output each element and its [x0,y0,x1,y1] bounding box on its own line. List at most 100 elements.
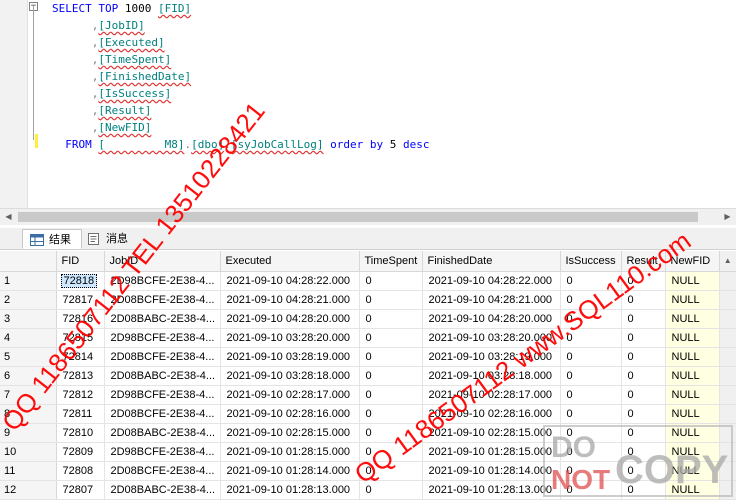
row-number[interactable]: 4 [0,328,57,348]
grid-cell[interactable]: 2021-09-10 01:28:15.000 [422,442,561,462]
grid-cell[interactable]: 0 [359,271,423,291]
grid-cell[interactable]: 2D08BABC-2E38-4... [104,309,221,329]
row-number[interactable]: 1 [0,271,57,291]
row-header-corner[interactable] [0,251,57,272]
grid-cell[interactable]: 72811 [56,404,105,424]
row-number[interactable]: 12 [0,480,57,500]
editor-horizontal-scrollbar[interactable]: ◀ ▶ [0,208,736,225]
grid-cell[interactable]: 2021-09-10 02:28:15.000 [220,423,360,443]
grid-cell[interactable]: 2D08BABC-2E38-4... [104,366,221,386]
grid-cell[interactable]: 2021-09-10 04:28:21.000 [422,290,561,310]
table-row[interactable]: 7 72812 2D98BCFE-2E38-4... 2021-09-10 02:28… [0,385,736,405]
grid-cell[interactable]: 0 [359,366,423,386]
grid-cell[interactable]: 0 [560,404,622,424]
grid-cell[interactable]: 0 [359,385,423,405]
column-header[interactable]: FinishedDate [422,251,561,272]
grid-vertical-scrollbar[interactable] [719,271,736,291]
column-header[interactable]: TimeSpent [359,251,423,272]
grid-cell[interactable]: NULL [665,309,720,329]
sql-token: , [52,87,99,100]
grid-cell[interactable]: 2D08BCFE-2E38-4... [104,404,221,424]
grid-cell[interactable]: 2021-09-10 04:28:21.000 [220,290,360,310]
grid-cell[interactable]: 72807 [56,480,105,500]
grid-cell[interactable]: NULL [665,290,720,310]
grid-vertical-scrollbar[interactable] [719,309,736,329]
grid-cell[interactable]: 2D98BCFE-2E38-4... [104,442,221,462]
grid-cell[interactable]: 0 [359,347,423,367]
grid-cell[interactable]: 2021-09-10 03:28:18.000 [220,366,360,386]
grid-cell[interactable]: 0 [560,385,622,405]
grid-cell[interactable]: 0 [621,366,666,386]
grid-vertical-scrollbar[interactable] [719,404,736,424]
sql-line[interactable]: ,[JobID] [52,17,145,34]
grid-cell[interactable]: 2021-09-10 04:28:22.000 [422,271,561,291]
column-header[interactable]: FID [56,251,105,272]
table-row[interactable]: 4 72815 2D98BCFE-2E38-4... 2021-09-10 03:28… [0,328,736,348]
grid-cell[interactable]: 72810 [56,423,105,443]
grid-cell[interactable]: 0 [359,309,423,329]
grid-cell[interactable]: 2021-09-10 02:28:16.000 [220,404,360,424]
sql-line[interactable]: ,[TimeSpent] [52,51,171,68]
grid-cell[interactable]: 2021-09-10 01:28:13.000 [220,480,360,500]
grid-cell[interactable]: NULL [665,404,720,424]
grid-cell[interactable]: 0 [560,347,622,367]
grid-cell[interactable]: 0 [621,404,666,424]
grid-cell[interactable]: 2021-09-10 03:28:19.000 [220,347,360,367]
column-header[interactable]: IsSuccess [560,251,622,272]
grid-cell[interactable]: 0 [359,290,423,310]
grid-cell[interactable]: 0 [621,309,666,329]
sql-line[interactable]: ,[Result] [52,102,152,119]
table-row[interactable]: 8 72811 2D08BCFE-2E38-4... 2021-09-10 02:28… [0,404,736,424]
grid-vertical-scrollbar[interactable] [719,347,736,367]
grid-cell[interactable]: NULL [665,366,720,386]
grid-cell[interactable]: 2021-09-10 04:28:22.000 [220,271,360,291]
grid-cell[interactable]: 2021-09-10 01:28:14.000 [220,461,360,481]
row-number[interactable]: 11 [0,461,57,481]
sql-line[interactable]: ,[FinishedDate] [52,68,191,85]
grid-vertical-scrollbar[interactable] [719,385,736,405]
grid-cell[interactable]: 0 [621,347,666,367]
grid-cell[interactable]: NULL [665,385,720,405]
grid-cell[interactable]: 2021-09-10 01:28:14.000 [422,461,561,481]
sql-editor[interactable]: − SELECT TOP 1000 [FID] ,[JobID] ,[Execu… [0,0,736,226]
grid-cell[interactable]: 0 [359,328,423,348]
grid-cell[interactable]: NULL [665,328,720,348]
row-number[interactable]: 3 [0,309,57,329]
table-row[interactable]: 5 72814 2D08BCFE-2E38-4... 2021-09-10 03:28… [0,347,736,367]
grid-cell[interactable]: NULL [665,271,720,291]
grid-vertical-scrollbar[interactable] [719,328,736,348]
grid-cell[interactable]: 2D08BCFE-2E38-4... [104,347,221,367]
grid-cell[interactable]: 0 [560,366,622,386]
scrollbar-thumb[interactable] [18,212,698,222]
grid-cell[interactable]: 2021-09-10 02:28:17.000 [220,385,360,405]
grid-vertical-scrollbar[interactable] [719,290,736,310]
sql-line[interactable]: SELECT TOP 1000 [FID] [52,0,191,17]
tab-results[interactable]: 结果 [22,229,82,249]
grid-cell[interactable]: 72808 [56,461,105,481]
grid-cell[interactable]: 72812 [56,385,105,405]
table-row[interactable]: 6 72813 2D08BABC-2E38-4... 2021-09-10 03:28… [0,366,736,386]
grid-cell[interactable]: 2D98BCFE-2E38-4... [104,385,221,405]
sql-line[interactable]: ,[IsSuccess] [52,85,171,102]
grid-cell[interactable]: 2021-09-10 01:28:15.000 [220,442,360,462]
scroll-left-icon[interactable]: ◀ [0,209,17,225]
scroll-up-icon[interactable]: ▲ [719,251,736,272]
grid-vertical-scrollbar[interactable] [719,366,736,386]
sql-line[interactable]: ,[Executed] [52,34,165,51]
grid-cell[interactable]: NULL [665,347,720,367]
scroll-right-icon[interactable]: ▶ [719,209,736,225]
row-number[interactable]: 10 [0,442,57,462]
grid-cell[interactable]: 2D08BABC-2E38-4... [104,423,221,443]
grid-cell[interactable]: 2D08BABC-2E38-4... [104,480,221,500]
grid-cell[interactable]: 0 [621,328,666,348]
grid-cell[interactable]: 2D08BCFE-2E38-4... [104,461,221,481]
grid-cell[interactable]: 72809 [56,442,105,462]
column-header[interactable]: Executed [220,251,360,272]
grid-cell[interactable]: 2D98BCFE-2E38-4... [104,328,221,348]
grid-cell[interactable]: 2021-09-10 01:28:13.000 [422,480,561,500]
grid-cell[interactable]: 2021-09-10 04:28:20.000 [220,309,360,329]
grid-cell[interactable]: 2021-09-10 03:28:20.000 [220,328,360,348]
grid-cell[interactable]: 0 [621,385,666,405]
row-number[interactable]: 2 [0,290,57,310]
sql-line[interactable]: ,[NewFID] [52,119,152,136]
